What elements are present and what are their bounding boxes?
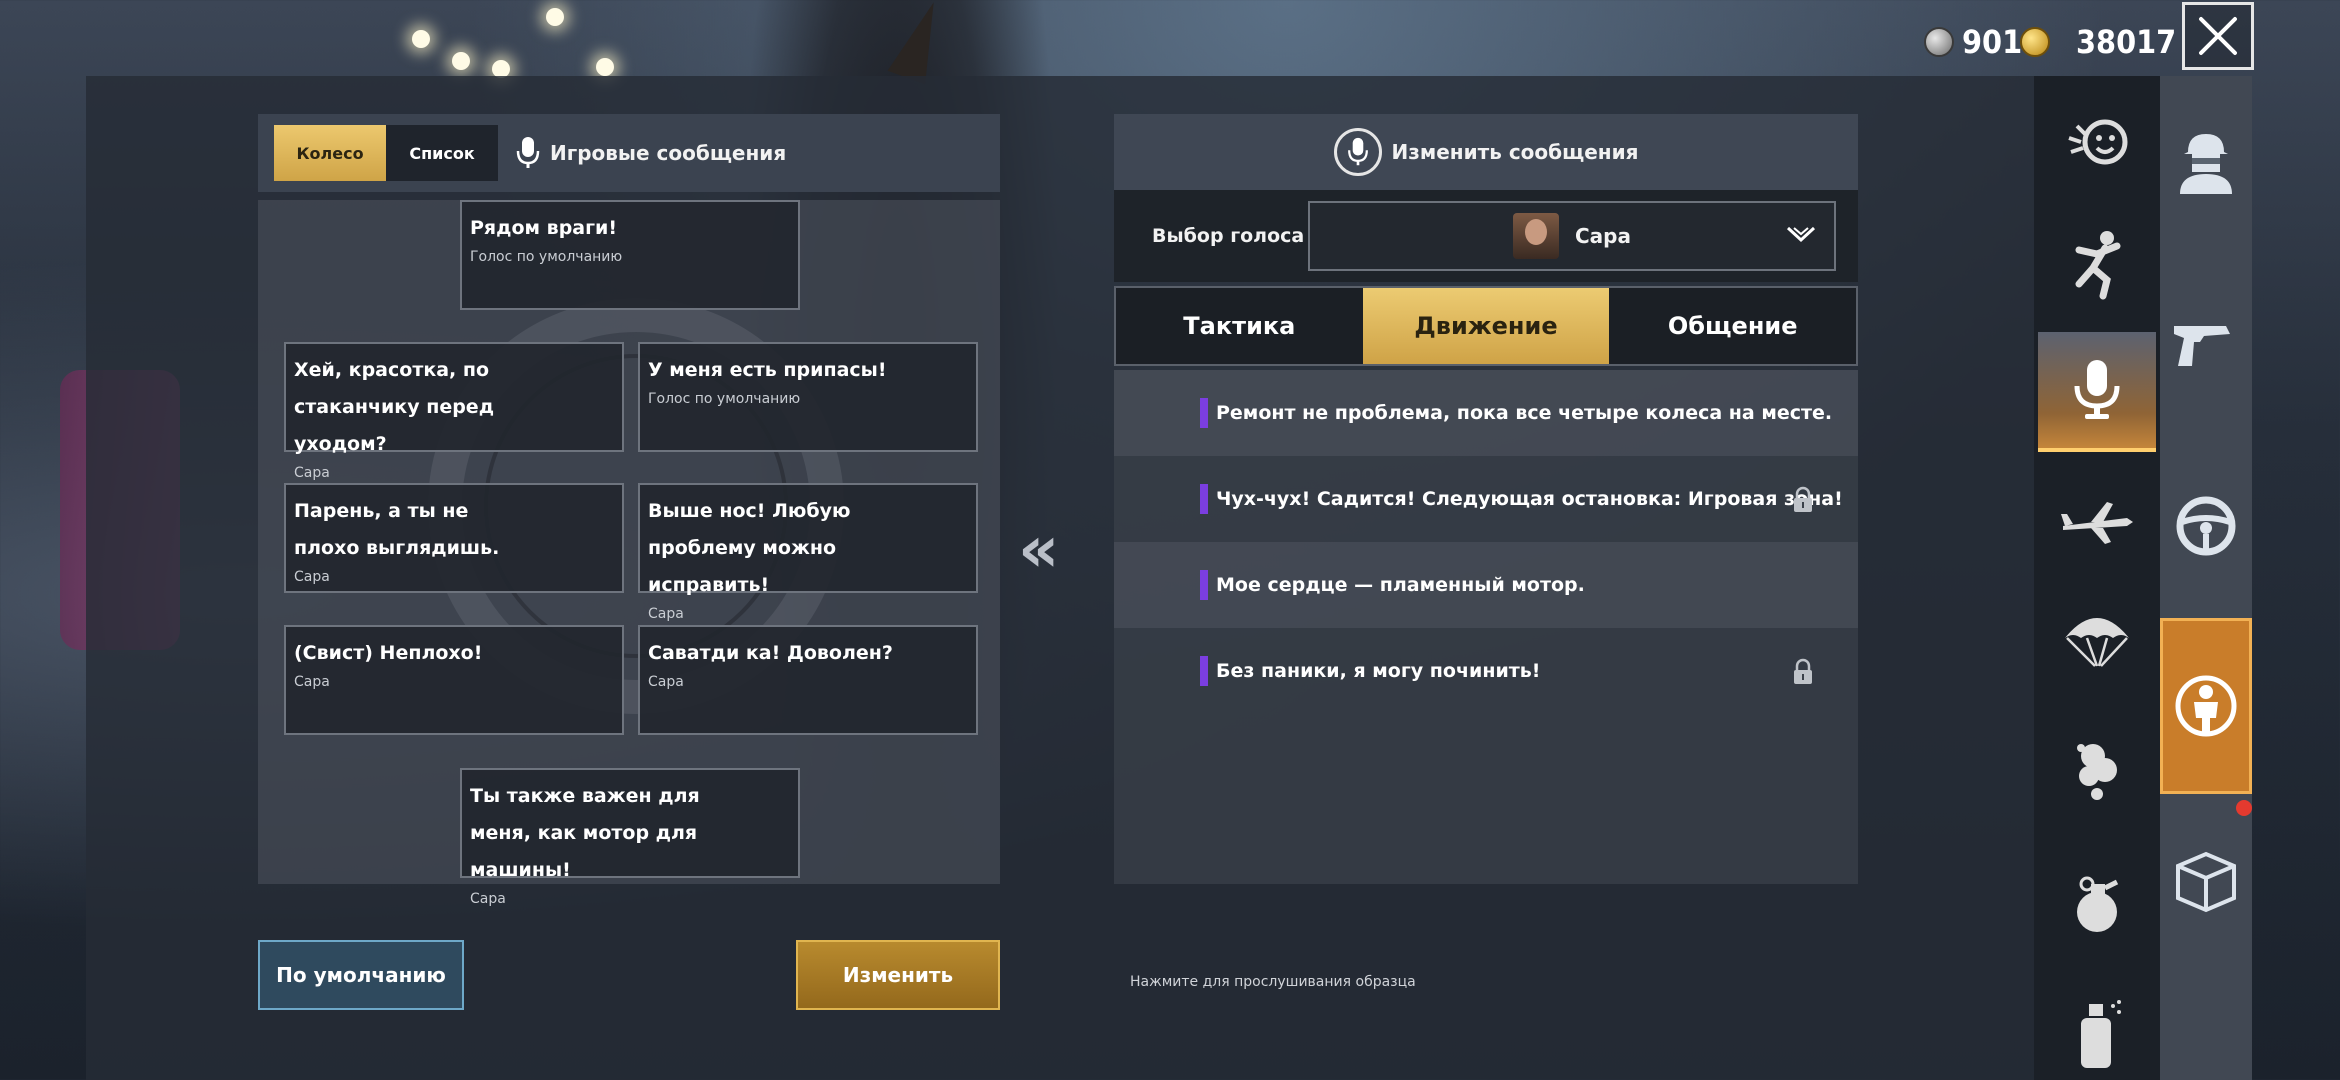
list-item[interactable]: Ремонт не проблема, пока все четыре коле… [1114,370,1858,456]
wheel-slot-2[interactable]: Хей, красотка, по стаканчику перед уходо… [284,342,624,481]
voice-selection-label: Выбор голоса [1152,225,1305,247]
mode-wheel-button[interactable]: Колесо [274,125,386,181]
sidebar-item-spray[interactable] [2038,972,2156,1080]
voice-dropdown-value: Сара [1575,224,1631,248]
list-item[interactable]: Чух-чух! Садится! Следующая остановка: И… [1114,456,1858,542]
edit-messages-header[interactable]: Изменить сообщения [1114,114,1858,190]
pistol-icon [2174,326,2230,366]
wheel-slot-text: Парень, а ты не плохо выглядишь. [294,500,500,559]
wheel-slot-voice: Голос по умолчанию [648,391,801,407]
game-messages-title-text: Игровые сообщения [550,141,787,165]
microphone-refresh-icon [1333,128,1382,176]
list-item-text: Мое сердце — пламенный мотор. [1216,574,1585,596]
notification-dot [2236,800,2252,816]
plane-icon [2061,502,2133,544]
wheel-slot-text: (Свист) Неплохо! [294,642,483,664]
silver-coin-icon [1924,27,1954,57]
sidebar2-item-player[interactable] [2160,618,2252,794]
wheel-slot-text: Саватди ка! Доволен? [648,642,893,664]
silver-currency-value: 901 [1962,23,2023,61]
purple-marker [1200,656,1208,686]
silver-currency: 901 [1924,18,2022,66]
game-messages-header: Колесо Список Игровые сообщения [258,114,1000,192]
wheel-slot-3[interactable]: У меня есть припасы! Голос по умолчанию [638,342,978,452]
game-messages-title: Игровые сообщения [516,136,786,170]
wheel-slot-6[interactable]: (Свист) Неплохо! Сара [284,625,624,735]
purple-marker [1200,398,1208,428]
gold-currency-value: 38017 [2076,23,2177,61]
message-list: Ремонт не проблема, пока все четыре коле… [1114,370,1858,884]
wheel-slot-voice: Сара [648,674,684,690]
sidebar-item-dance[interactable] [2038,204,2156,324]
steering-wheel-icon [2176,496,2236,556]
character-icon [2180,134,2232,194]
tab-movement[interactable]: Движение [1362,288,1610,364]
wheel-slot-text: Хей, красотка, по стаканчику перед уходо… [294,359,495,455]
voice-selection-row: Выбор голоса Сара [1114,190,1858,282]
mode-list-button[interactable]: Список [386,125,498,181]
wheel-slot-7[interactable]: Саватди ка! Доволен? Сара [638,625,978,735]
close-button[interactable] [2182,2,2254,70]
list-item-text: Чух-чух! Садится! Следующая остановка: И… [1216,488,1843,510]
view-mode-toggle: Колесо Список [274,125,498,181]
sidebar-item-vehicles[interactable] [2038,462,2156,582]
wheel-slot-1[interactable]: Рядом враги! Голос по умолчанию [460,200,800,310]
list-item-text: Ремонт не проблема, пока все четыре коле… [1216,402,1833,424]
reset-default-button[interactable]: По умолчанию [258,940,464,1010]
dance-icon [2075,231,2121,300]
sidebar-item-voice[interactable] [2038,332,2156,452]
list-item-text: Без паники, я могу починить! [1216,660,1541,682]
lock-icon [1794,658,1812,684]
spray-icon [2081,1000,2121,1068]
grenade-icon [2077,876,2119,932]
wheel-slot-text: Рядом враги! [470,217,618,239]
wheel-slot-voice: Сара [470,891,506,907]
wheel-slot-voice: Сара [648,606,684,622]
wheel-slot-5[interactable]: Выше нос! Любую проблему можно исправить… [638,483,978,622]
smoke-icon [2077,744,2117,800]
sidebar2-item-weapons[interactable] [2160,282,2252,402]
tab-tactics[interactable]: Тактика [1116,288,1363,364]
wheel-slot-8[interactable]: Ты также важен для меня, как мотор для м… [460,768,800,907]
voice-avatar [1513,213,1559,259]
purple-marker [1200,570,1208,600]
crate-icon [2176,851,2236,913]
microphone-icon [516,137,540,168]
sidebar-item-smoke[interactable] [2038,710,2156,830]
sidebar2-item-character[interactable] [2160,100,2252,220]
sidebar2-item-vehicle[interactable] [2160,466,2252,586]
wheel-slot-4[interactable]: Парень, а ты не плохо выглядишь. Сара [284,483,624,593]
sidebar-item-parachute[interactable] [2038,582,2156,702]
sidebar-item-grenade[interactable] [2038,844,2156,964]
sidebar-item-emotes[interactable] [2038,84,2156,204]
wheel-slot-text: Ты также важен для меня, как мотор для м… [470,785,700,881]
list-item[interactable]: Без паники, я могу починить! [1114,628,1858,714]
wheel-slot-voice: Сара [294,674,330,690]
edit-button[interactable]: Изменить [796,940,1000,1010]
microphone-icon [2074,360,2120,419]
tab-communication[interactable]: Общение [1609,288,1856,364]
player-marker-icon [2175,675,2237,737]
transfer-arrows-icon[interactable]: « [1018,518,1088,582]
emote-icon [2068,119,2128,165]
chevron-down-icon [1786,226,1816,243]
wheel-slot-voice: Сара [294,569,330,585]
list-item[interactable]: Мое сердце — пламенный мотор. [1114,542,1858,628]
voice-dropdown[interactable]: Сара [1308,201,1836,271]
wheel-slot-voice: Голос по умолчанию [470,249,623,265]
sidebar2-item-crate[interactable] [2160,820,2252,940]
lock-icon [1794,486,1812,512]
parachute-icon [2065,618,2129,667]
category-tabs: Тактика Движение Общение [1114,286,1858,366]
gold-coin-icon [2020,27,2050,57]
wheel-slot-voice: Сара [294,465,330,481]
wheel-slot-text: У меня есть припасы! [648,359,887,381]
listen-sample-hint: Нажмите для прослушивания образца [1130,974,1416,990]
purple-marker [1200,484,1208,514]
gold-currency: 38017 [2020,18,2176,66]
wheel-slot-text: Выше нос! Любую проблему можно исправить… [648,500,851,596]
edit-messages-title: Изменить сообщения [1391,140,1639,164]
